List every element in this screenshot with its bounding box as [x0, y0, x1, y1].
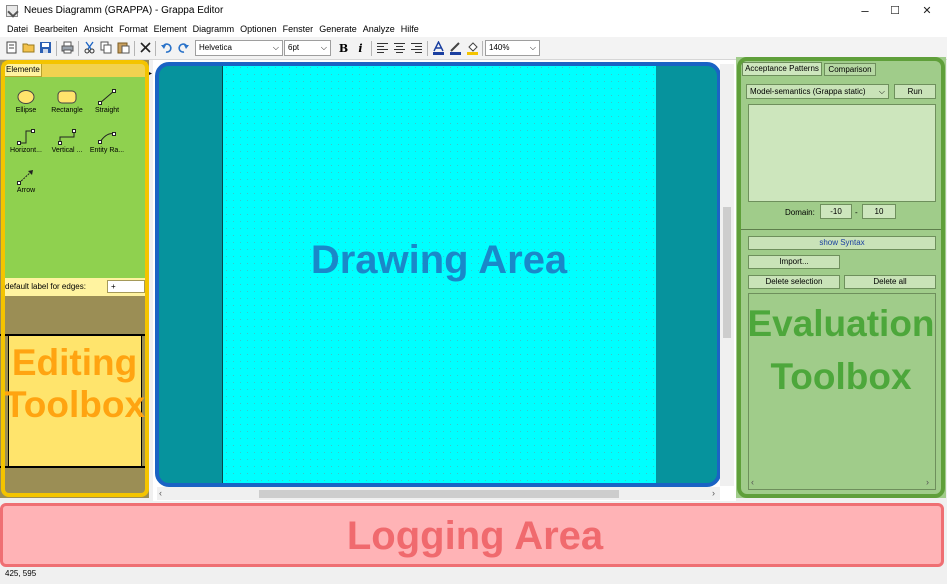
print-icon[interactable] [60, 41, 75, 56]
align-right-icon[interactable] [409, 41, 424, 56]
menu-hilfe[interactable]: Hilfe [398, 22, 422, 37]
status-coordinates: 425, 595 [5, 569, 37, 578]
toolbar-separator [78, 41, 79, 56]
horizontal-scrollbar[interactable]: ‹ › [157, 487, 720, 500]
chevron-down-icon: ⌵ [529, 43, 536, 52]
bold-button[interactable]: B [336, 41, 351, 56]
toolbar-separator [155, 41, 156, 56]
chevron-down-icon: ⌵ [320, 43, 327, 52]
toolbar-separator [427, 41, 428, 56]
italic-button[interactable]: i [353, 41, 368, 56]
text-color-icon[interactable] [431, 40, 446, 56]
menu-bearbeiten[interactable]: Bearbeiten [31, 22, 81, 37]
open-folder-icon[interactable] [21, 41, 36, 56]
vertical-scrollbar[interactable] [720, 64, 734, 486]
menu-analyze[interactable]: Analyze [360, 22, 398, 37]
app-icon [6, 5, 18, 17]
menu-optionen[interactable]: Optionen [237, 22, 280, 37]
font-family-value: Helvetica [199, 43, 232, 52]
toolbar-separator [371, 41, 372, 56]
save-icon[interactable] [38, 41, 53, 56]
menu-element[interactable]: Element [151, 22, 190, 37]
undo-icon[interactable] [159, 41, 174, 56]
close-button[interactable]: ✕ [910, 0, 944, 22]
menu-generate[interactable]: Generate [316, 22, 360, 37]
menu-bar: Datei Bearbeiten Ansicht Format Element … [0, 22, 947, 37]
new-file-icon[interactable] [4, 41, 19, 56]
minimize-button[interactable]: – [848, 0, 882, 22]
logging-area: Logging Area [0, 503, 944, 567]
menu-format[interactable]: Format [116, 22, 151, 37]
window-title: Neues Diagramm (GRAPPA) - Grappa Editor [24, 5, 224, 16]
menu-diagramm[interactable]: Diagramm [190, 22, 238, 37]
font-size-select[interactable]: 6pt ⌵ [284, 40, 331, 56]
logging-area-label: Logging Area [346, 514, 604, 558]
drawing-area-label: Drawing Area [310, 238, 568, 282]
vertical-scroll-thumb[interactable] [723, 207, 731, 338]
evaluation-toolbox-outline [737, 57, 945, 498]
align-left-icon[interactable] [375, 41, 390, 56]
redo-icon[interactable] [176, 41, 191, 56]
paste-icon[interactable] [116, 41, 131, 56]
delete-icon[interactable] [138, 41, 153, 56]
scroll-left-icon[interactable]: ‹ [159, 487, 162, 500]
toolbar-separator [482, 41, 483, 56]
align-center-icon[interactable] [392, 41, 407, 56]
chevron-down-icon: ⌵ [272, 43, 279, 52]
toolbar-separator [56, 41, 57, 56]
scroll-right-icon[interactable]: › [712, 487, 715, 500]
title-bar: Neues Diagramm (GRAPPA) - Grappa Editor … [0, 0, 947, 22]
toolbar-separator [134, 41, 135, 56]
font-size-value: 6pt [288, 43, 300, 52]
font-family-select[interactable]: Helvetica ⌵ [195, 40, 283, 56]
editing-toolbox-outline [1, 60, 149, 497]
drawing-area-panel: Drawing Area ‹ › [153, 60, 736, 501]
cut-icon[interactable] [82, 41, 97, 56]
menu-fenster[interactable]: Fenster [280, 22, 317, 37]
maximize-button[interactable]: ☐ [878, 0, 912, 22]
menu-datei[interactable]: Datei [4, 22, 31, 37]
horizontal-scroll-thumb[interactable] [259, 490, 619, 498]
copy-icon[interactable] [99, 41, 114, 56]
fill-color-icon[interactable] [465, 41, 480, 56]
zoom-value: 140% [489, 43, 510, 52]
menu-ansicht[interactable]: Ansicht [81, 22, 117, 37]
line-color-icon[interactable] [448, 41, 463, 56]
zoom-select[interactable]: 140% ⌵ [485, 40, 540, 56]
